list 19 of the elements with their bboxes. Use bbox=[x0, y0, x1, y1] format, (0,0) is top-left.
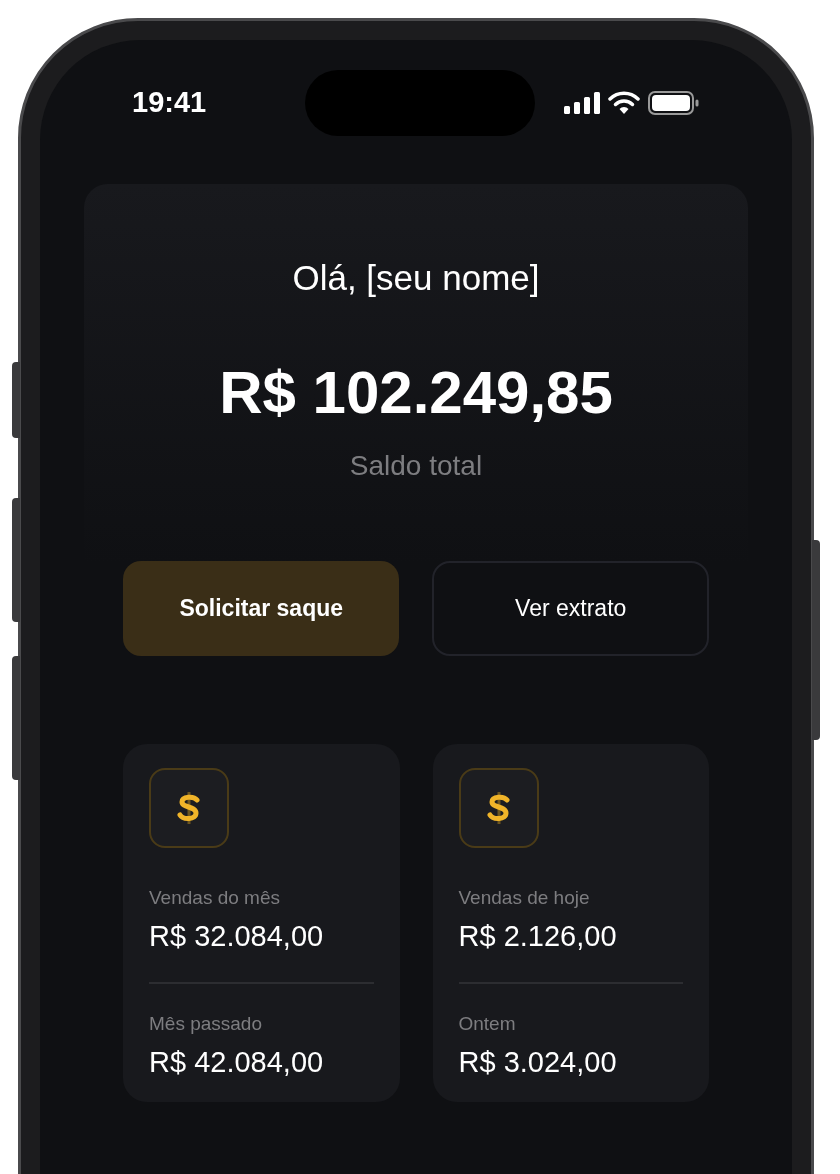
stat-label: Vendas de hoje bbox=[458, 886, 591, 910]
status-time: 19:41 bbox=[132, 85, 207, 121]
withdraw-button[interactable]: Solicitar saque bbox=[123, 561, 400, 656]
wifi-icon bbox=[608, 91, 640, 115]
stat-value: R$ 3.024,00 bbox=[458, 1044, 618, 1080]
balance-label: Saldo total bbox=[349, 448, 483, 483]
stat-value: R$ 42.084,00 bbox=[149, 1044, 325, 1080]
battery-icon bbox=[648, 91, 700, 115]
stat-label: Vendas do mês bbox=[149, 886, 281, 910]
signal-icon bbox=[564, 92, 600, 114]
greeting: Olá, [seu nome] bbox=[292, 257, 540, 299]
stat-value: R$ 32.084,00 bbox=[149, 918, 325, 954]
statement-button[interactable]: Ver extrato bbox=[432, 561, 709, 656]
stat-label: Mês passado bbox=[149, 1012, 263, 1036]
stat-value: R$ 2.126,00 bbox=[458, 918, 618, 954]
balance-amount: R$ 102.249,85 bbox=[219, 362, 613, 423]
dollar-icon bbox=[458, 768, 539, 848]
stat-label: Ontem bbox=[458, 1012, 517, 1036]
dollar-icon bbox=[149, 768, 229, 848]
